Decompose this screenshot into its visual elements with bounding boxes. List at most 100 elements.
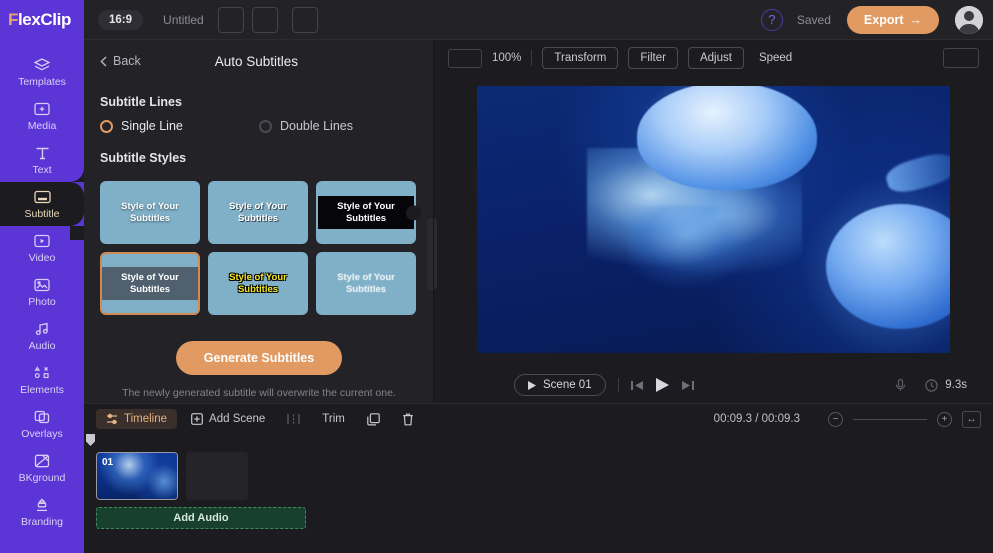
scene-label: Scene 01 bbox=[543, 379, 592, 391]
sidebar-item-label: Media bbox=[27, 120, 57, 133]
timeline-time-readout: 00:09.3 / 00:09.3 bbox=[713, 413, 800, 425]
timeline-tab-label: Timeline bbox=[124, 413, 168, 425]
plus-square-icon bbox=[191, 413, 203, 425]
trim-button[interactable]: Trim bbox=[314, 409, 353, 429]
sidebar-item-overlays[interactable]: Overlays bbox=[0, 402, 84, 446]
style-card-2[interactable]: Style of Your Subtitles bbox=[208, 181, 308, 244]
playhead[interactable] bbox=[86, 434, 95, 446]
redo-button[interactable] bbox=[251, 6, 278, 33]
style-card-6[interactable]: Style of Your Subtitles bbox=[316, 252, 416, 315]
sidebar-item-label: BKground bbox=[18, 472, 66, 485]
panel-collapse-handle[interactable] bbox=[427, 218, 437, 290]
timeline-body: 01 Add Audio bbox=[84, 434, 993, 529]
arrow-right-icon: → bbox=[909, 12, 923, 27]
save-status: Saved bbox=[796, 12, 831, 27]
logo-prefix: F bbox=[8, 10, 18, 29]
panel-resize-knob[interactable] bbox=[406, 205, 421, 220]
sidebar-item-media[interactable]: Media bbox=[0, 94, 84, 138]
background-icon bbox=[32, 452, 52, 470]
radio-label: Double Lines bbox=[280, 119, 353, 133]
export-button[interactable]: Export → bbox=[846, 5, 939, 34]
aspect-ratio-badge[interactable]: 16:9 bbox=[98, 9, 144, 30]
back-button[interactable]: Back bbox=[100, 54, 141, 68]
stage: 100% Transform Filter Adjust Speed Scene… bbox=[434, 40, 993, 403]
adjust-button[interactable]: Adjust bbox=[687, 47, 744, 69]
more-options-button[interactable] bbox=[291, 6, 318, 33]
subtitle-lines-options: Single Line Double Lines bbox=[84, 119, 434, 133]
add-audio-button[interactable]: Add Audio bbox=[96, 507, 306, 529]
add-scene-label: Add Scene bbox=[209, 413, 266, 425]
question-mark-icon[interactable]: ? bbox=[760, 8, 783, 31]
style-card-1[interactable]: Style of Your Subtitles bbox=[100, 181, 200, 244]
panel-header: Back Auto Subtitles bbox=[84, 45, 434, 77]
video-preview[interactable] bbox=[477, 86, 950, 353]
subtitle-styles-grid: Style of Your Subtitles Style of Your Su… bbox=[84, 181, 434, 315]
sidebar-item-branding[interactable]: Branding bbox=[0, 490, 84, 534]
timeline-toolbar: Timeline Add Scene Trim 00:09.3 / 00:09.… bbox=[84, 404, 993, 434]
style-card-3[interactable]: Style of Your Subtitles bbox=[316, 181, 421, 244]
speed-button[interactable]: Speed bbox=[754, 47, 797, 69]
style-card-4[interactable]: Style of Your Subtitles bbox=[100, 252, 200, 315]
scene-number: 01 bbox=[102, 457, 114, 468]
clock-icon bbox=[925, 378, 938, 392]
sidebar-item-subtitle[interactable]: Subtitle bbox=[0, 168, 84, 240]
timeline-icon bbox=[106, 413, 118, 425]
minus-circle-icon[interactable]: − bbox=[828, 411, 843, 427]
top-header: 16:9 Untitled ? Saved Export → bbox=[84, 0, 993, 40]
sidebar-item-label: Video bbox=[28, 252, 56, 265]
scene-selector[interactable]: Scene 01 bbox=[514, 374, 606, 396]
volume-icon[interactable] bbox=[894, 378, 907, 392]
timeline-section: Timeline Add Scene Trim 00:09.3 / 00:09.… bbox=[84, 403, 993, 553]
subtitle-lines-label: Subtitle Lines bbox=[100, 95, 182, 109]
sidebar-item-label: Elements bbox=[20, 384, 64, 397]
copy-icon[interactable] bbox=[359, 409, 388, 430]
sidebar-item-templates[interactable]: Templates bbox=[0, 50, 84, 94]
toolbar-divider bbox=[531, 50, 533, 66]
player-controls: Scene 01 9.3s bbox=[434, 367, 993, 403]
radio-double-lines[interactable]: Double Lines bbox=[259, 119, 418, 133]
elements-icon bbox=[32, 364, 52, 382]
zoom-level: 100% bbox=[492, 52, 522, 64]
player-right: 9.3s bbox=[894, 378, 967, 392]
auto-subtitles-panel: Back Auto Subtitles Subtitle Lines Singl… bbox=[84, 40, 437, 403]
sidebar-item-label: Audio bbox=[28, 340, 56, 353]
filter-button[interactable]: Filter bbox=[628, 47, 678, 69]
canvas-extra-button[interactable] bbox=[943, 48, 979, 68]
avatar[interactable] bbox=[955, 5, 983, 34]
trash-icon[interactable] bbox=[394, 409, 422, 430]
split-icon[interactable] bbox=[279, 409, 308, 429]
main-area: 16:9 Untitled ? Saved Export → Back Auto… bbox=[84, 0, 993, 553]
project-title[interactable]: Untitled bbox=[163, 13, 204, 27]
zoom-slider[interactable] bbox=[853, 418, 927, 420]
transform-button[interactable]: Transform bbox=[542, 47, 619, 69]
sidebar-item-photo[interactable]: Photo bbox=[0, 270, 84, 314]
sidebar-item-elements[interactable]: Elements bbox=[0, 358, 84, 402]
scene-track-empty[interactable] bbox=[186, 452, 248, 500]
play-icon[interactable] bbox=[655, 378, 669, 392]
play-small-icon bbox=[528, 380, 536, 390]
jellyfish-bell bbox=[637, 86, 817, 190]
timeline-ruler[interactable] bbox=[96, 434, 981, 448]
skip-previous-icon[interactable] bbox=[630, 380, 644, 391]
style-card-5[interactable]: Style of Your Subtitles bbox=[208, 252, 308, 315]
style-preview-text: Style of Your Subtitles bbox=[229, 271, 287, 295]
photo-icon bbox=[32, 276, 52, 294]
fit-zoom-button[interactable] bbox=[448, 48, 482, 68]
plus-circle-icon[interactable]: + bbox=[937, 411, 952, 427]
branding-icon bbox=[32, 496, 52, 514]
sidebar-item-audio[interactable]: Audio bbox=[0, 314, 84, 358]
fit-width-icon[interactable]: ↔ bbox=[962, 410, 981, 428]
chevron-left-icon bbox=[100, 55, 107, 67]
add-scene-button[interactable]: Add Scene bbox=[183, 409, 273, 429]
scene-clip-01[interactable]: 01 bbox=[96, 452, 178, 500]
undo-button[interactable] bbox=[217, 6, 244, 33]
skip-next-icon[interactable] bbox=[681, 380, 694, 391]
generate-subtitles-button[interactable]: Generate Subtitles bbox=[175, 341, 343, 375]
video-icon bbox=[32, 232, 52, 250]
editor-middle: Back Auto Subtitles Subtitle Lines Singl… bbox=[84, 40, 993, 403]
sidebar-item-bkground[interactable]: BKground bbox=[0, 446, 84, 490]
sidebar-item-video[interactable]: Video bbox=[0, 226, 84, 270]
style-preview-text: Style of Your Subtitles bbox=[337, 271, 395, 295]
radio-single-line[interactable]: Single Line bbox=[100, 119, 259, 133]
timeline-tab[interactable]: Timeline bbox=[96, 409, 178, 429]
